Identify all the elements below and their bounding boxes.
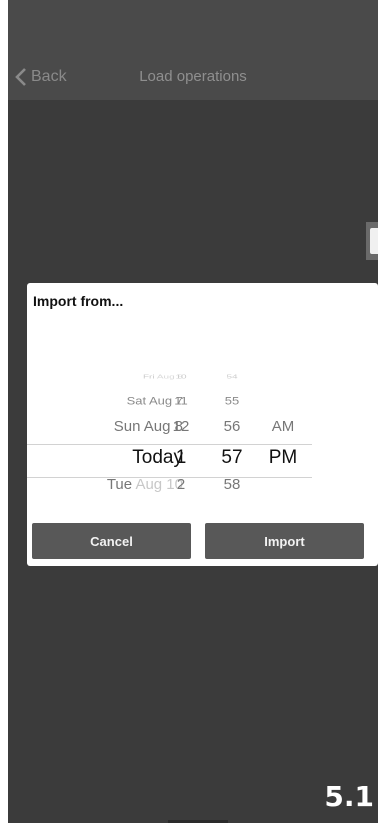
picker-hour: 2 [176,476,186,493]
picker-row[interactable]: Sat Aug 7 11 55 [27,394,378,418]
picker-hour: 1 [175,447,187,468]
picker-hour: 11 [174,394,188,407]
picker-ampm: AM [271,418,295,435]
picker-ampm: PM [268,447,298,468]
page-title: Load operations [139,68,247,85]
import-button[interactable]: Import [205,523,364,559]
app-screen: Back Load operations Import from... Fri … [8,0,378,823]
picker-day: Tue [106,476,133,493]
picker-row[interactable]: Fri Aug 6 10 54 [27,374,378,389]
picker-hour: 10 [175,374,187,381]
side-handle[interactable] [366,222,378,260]
picker-day: Sun [113,418,141,435]
picker-minute: 54 [226,374,238,381]
step-badge: 5.1 [324,780,374,813]
picker-minute: 57 [221,447,243,468]
picker-row[interactable]: Tue Aug 10 2 58 [27,476,378,501]
picker-row[interactable]: Sun Aug 8 12 56 AM [27,418,378,446]
date-time-picker[interactable]: Fri Aug 6 10 54 Sat Aug 7 11 55 Sun Aug 8 12 56 A… [27,325,378,501]
picker-day: Fri [142,374,155,381]
picker-hour: 12 [172,418,190,435]
dialog-title: Import from... [33,293,124,309]
picker-row[interactable]: Today 1 57 PM [27,447,378,475]
picker-minute: 58 [223,476,241,493]
import-dialog: Import from... Fri Aug 6 10 54 Sat Aug 7 11 5… [27,283,378,566]
picker-day: Sat [126,394,147,407]
picker-minute: 55 [224,394,240,407]
cancel-button[interactable]: Cancel [32,523,191,559]
picker-minute: 56 [223,418,241,435]
nav-bar: Back Load operations [8,0,378,100]
